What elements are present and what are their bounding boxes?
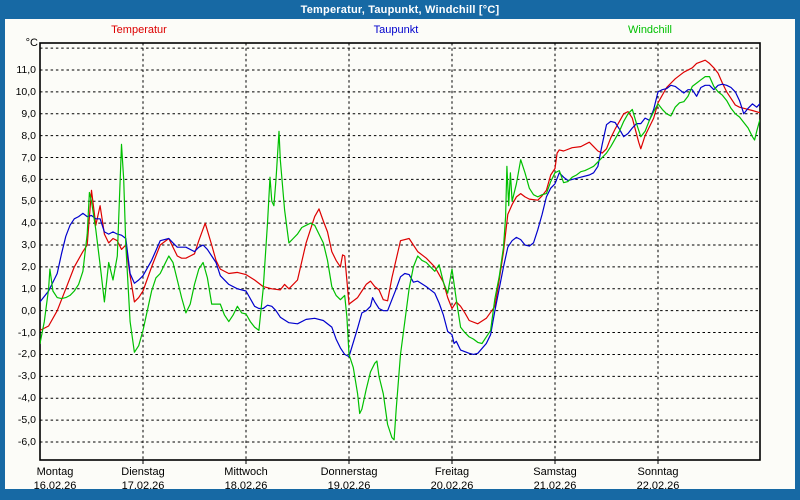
title-bar: Temperatur, Taupunkt, Windchill [°C]	[0, 0, 800, 19]
x-axis-date-label: 17.02.26	[122, 480, 165, 492]
x-axis-day-label: Donnerstag	[321, 466, 378, 478]
x-axis-date-label: 20.02.26	[431, 480, 474, 492]
x-axis-date-label: 22.02.26	[637, 480, 680, 492]
y-axis-tick-label: 2,0	[2, 261, 36, 273]
y-axis-tick-label: -6,0	[2, 436, 36, 448]
window-title: Temperatur, Taupunkt, Windchill [°C]	[301, 4, 500, 16]
x-axis-day-label: Sonntag	[638, 466, 679, 478]
x-axis-date-label: 19.02.26	[328, 480, 371, 492]
y-axis-tick-label: 9,0	[2, 108, 36, 120]
y-axis-tick-label: -4,0	[2, 392, 36, 404]
x-axis-day-label: Dienstag	[121, 466, 164, 478]
weather-chart-window: Temperatur, Taupunkt, Windchill [°C] Tem…	[0, 0, 800, 500]
x-axis-day-label: Freitag	[435, 466, 469, 478]
x-axis-day-label: Samstag	[533, 466, 576, 478]
x-axis-date-label: 21.02.26	[534, 480, 577, 492]
y-axis-tick-label: 3,0	[2, 239, 36, 251]
y-axis-tick-label: -2,0	[2, 348, 36, 360]
y-axis-tick-label: 1,0	[2, 283, 36, 295]
y-axis-tick-label: 6,0	[2, 173, 36, 185]
legend-item-temperatur: Temperatur	[111, 24, 167, 36]
x-axis-date-label: 16.02.26	[34, 480, 77, 492]
x-axis-date-label: 18.02.26	[225, 480, 268, 492]
y-axis-tick-label: 7,0	[2, 152, 36, 164]
y-axis-tick-label: 11,0	[2, 64, 36, 76]
x-axis-day-label: Montag	[37, 466, 74, 478]
y-axis-tick-label: 4,0	[2, 217, 36, 229]
legend-item-windchill: Windchill	[628, 24, 672, 36]
y-axis-tick-label: 5,0	[2, 195, 36, 207]
x-axis-day-label: Mittwoch	[224, 466, 267, 478]
y-axis-tick-label: -3,0	[2, 370, 36, 382]
y-axis-tick-label: -5,0	[2, 414, 36, 426]
y-axis-tick-label: 8,0	[2, 130, 36, 142]
y-axis-tick-label: 10,0	[2, 86, 36, 98]
legend-item-taupunkt: Taupunkt	[374, 24, 419, 36]
y-axis-tick-label: 0,0	[2, 305, 36, 317]
y-axis-tick-label: -1,0	[2, 327, 36, 339]
chart-background	[5, 19, 795, 489]
y-axis-unit-label: °C	[6, 37, 38, 49]
